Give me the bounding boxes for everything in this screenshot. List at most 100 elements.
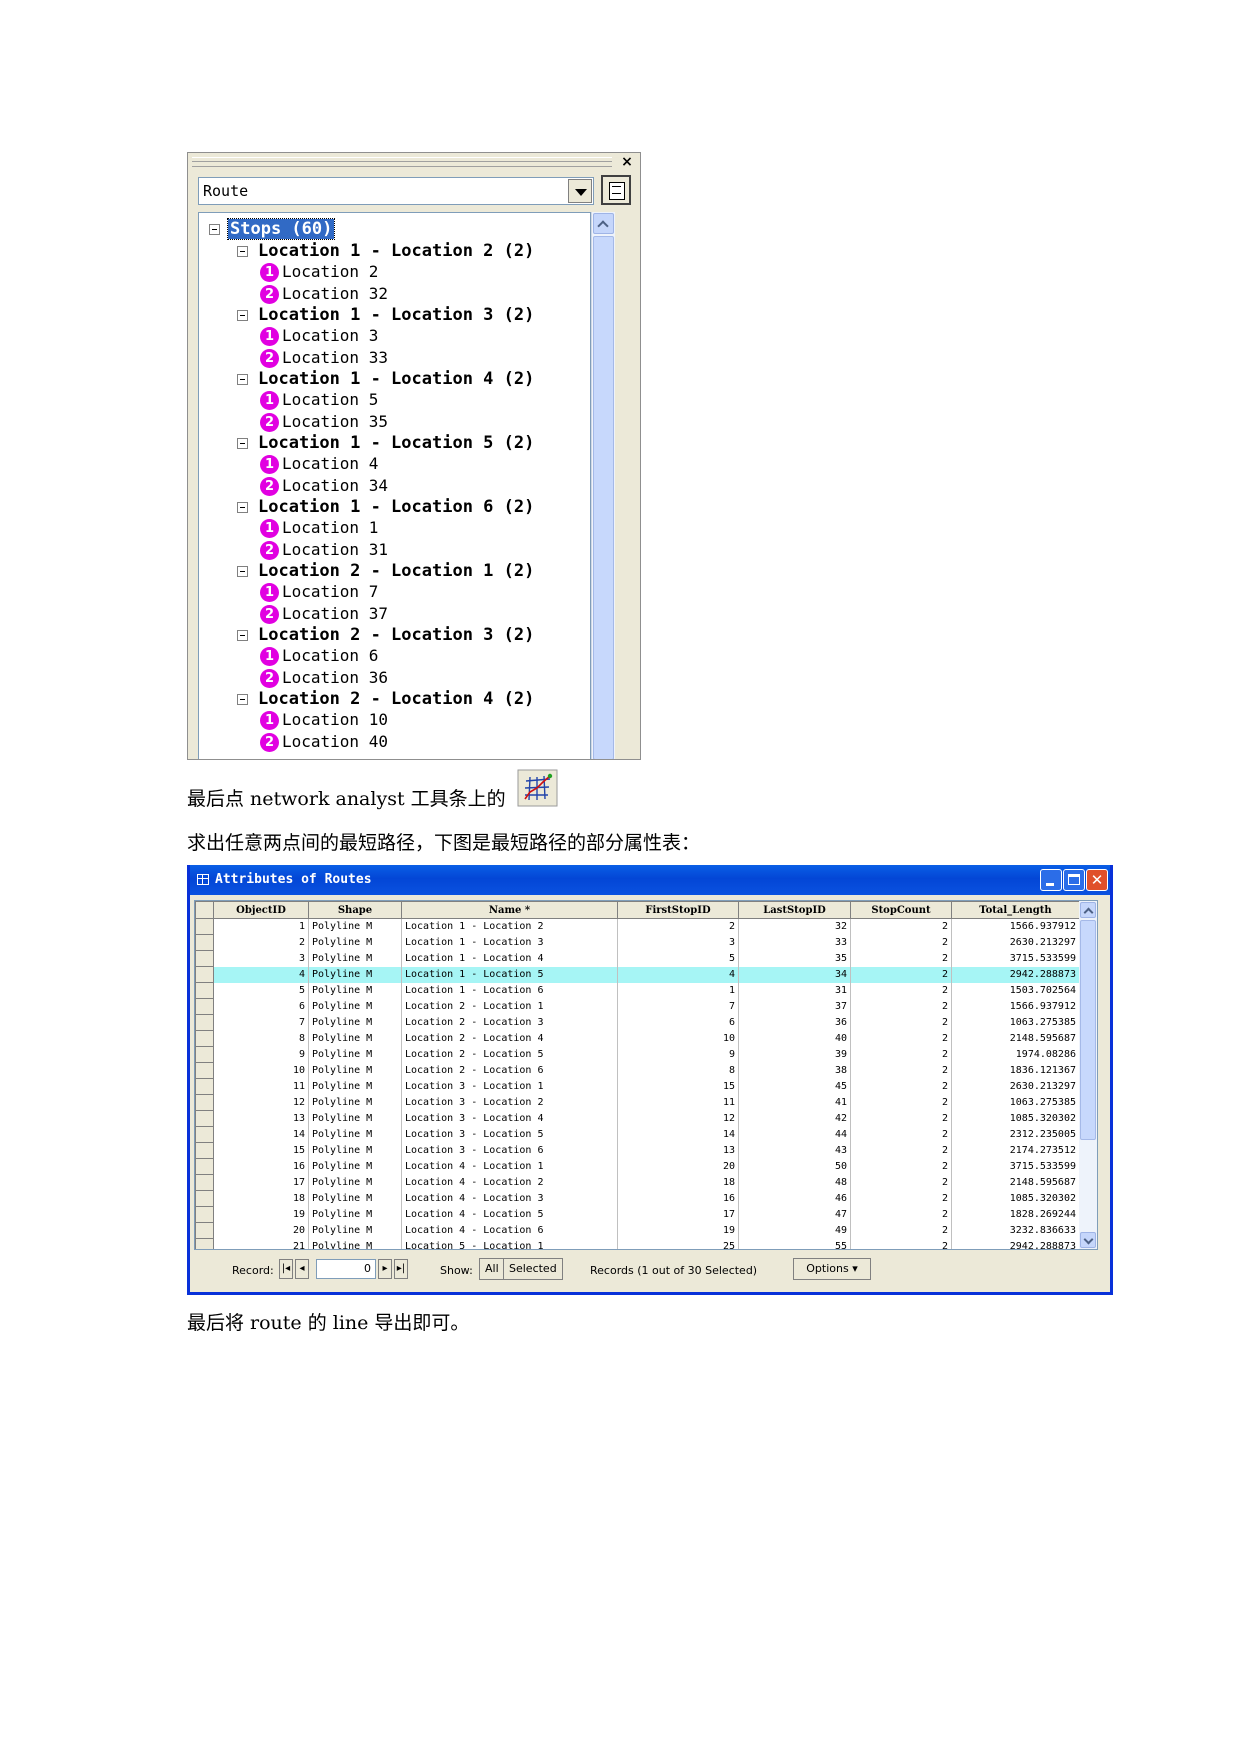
collapse-icon[interactable] bbox=[237, 566, 248, 577]
show-all-button[interactable]: All bbox=[479, 1258, 505, 1280]
column-header[interactable]: ObjectID bbox=[213, 901, 309, 919]
tree-stop-item[interactable]: 1 Location 6 bbox=[260, 646, 420, 666]
column-header[interactable]: Name * bbox=[401, 901, 618, 919]
row-selector[interactable] bbox=[195, 982, 214, 999]
tree-stop-item[interactable]: 2 Location 33 bbox=[260, 348, 420, 368]
table-row[interactable]: 7 Polyline M Location 2 - Location 3 6 36 2 10… bbox=[195, 1014, 1080, 1031]
column-header[interactable]: StopCount bbox=[850, 901, 952, 919]
maximize-button[interactable] bbox=[1063, 869, 1085, 891]
tree-stop-item[interactable]: 1 Location 1 bbox=[260, 518, 420, 538]
column-header[interactable]: Total_Length bbox=[951, 901, 1080, 919]
table-row[interactable]: 13 Polyline M Location 3 - Location 4 12 42 2… bbox=[195, 1110, 1080, 1127]
collapse-icon[interactable] bbox=[237, 310, 248, 321]
tree-stop-item[interactable]: 2 Location 34 bbox=[260, 476, 420, 496]
table-row[interactable]: 9 Polyline M Location 2 - Location 5 9 39 2 19… bbox=[195, 1046, 1080, 1063]
row-selector[interactable] bbox=[195, 1062, 214, 1079]
tree-stop-item[interactable]: 1 Location 2 bbox=[260, 262, 420, 282]
table-row[interactable]: 1 Polyline M Location 1 - Location 2 2 32 2 15… bbox=[195, 918, 1080, 935]
minimize-button[interactable] bbox=[1040, 869, 1062, 891]
row-selector[interactable] bbox=[195, 934, 214, 951]
column-header[interactable]: Shape bbox=[308, 901, 402, 919]
collapse-icon[interactable] bbox=[237, 630, 248, 641]
row-selector[interactable] bbox=[195, 1078, 214, 1095]
table-row[interactable]: 10 Polyline M Location 2 - Location 6 8 38 2 1… bbox=[195, 1062, 1080, 1079]
row-selector[interactable] bbox=[195, 1110, 214, 1127]
collapse-icon[interactable] bbox=[237, 438, 248, 449]
tree-stop-item[interactable]: 2 Location 35 bbox=[260, 412, 420, 432]
table-row[interactable]: 17 Polyline M Location 4 - Location 2 18 48 2… bbox=[195, 1174, 1080, 1191]
tree-stop-item[interactable]: 2 Location 36 bbox=[260, 668, 420, 688]
tree-stop-item[interactable]: 2 Location 40 bbox=[260, 732, 420, 752]
row-selector[interactable] bbox=[195, 1030, 214, 1047]
prev-record-button[interactable]: ◂ bbox=[295, 1259, 309, 1279]
table-row[interactable]: 12 Polyline M Location 3 - Location 2 11 41 2… bbox=[195, 1094, 1080, 1111]
row-selector[interactable] bbox=[195, 950, 214, 967]
row-selector[interactable] bbox=[195, 966, 214, 983]
scroll-up-icon[interactable] bbox=[1080, 902, 1096, 918]
scroll-up-icon[interactable] bbox=[593, 213, 614, 234]
row-selector[interactable] bbox=[195, 1094, 214, 1111]
tree-route-group[interactable]: Location 2 - Location 1 (2) bbox=[258, 561, 534, 581]
table-scrollbar[interactable] bbox=[1079, 901, 1097, 1249]
next-record-button[interactable]: ▸ bbox=[378, 1259, 392, 1279]
table-row[interactable]: 6 Polyline M Location 2 - Location 1 7 37 2 15… bbox=[195, 998, 1080, 1015]
record-number-input[interactable]: 0 bbox=[316, 1259, 376, 1279]
scroll-thumb[interactable] bbox=[1080, 920, 1096, 1140]
collapse-icon[interactable] bbox=[237, 502, 248, 513]
row-selector[interactable] bbox=[195, 1046, 214, 1063]
tree-route-group[interactable]: Location 1 - Location 2 (2) bbox=[258, 241, 534, 261]
row-selector[interactable] bbox=[195, 1206, 214, 1223]
window-drag-grip[interactable] bbox=[192, 157, 612, 167]
collapse-icon[interactable] bbox=[237, 246, 248, 257]
column-header[interactable]: FirstStopID bbox=[617, 901, 739, 919]
row-selector[interactable] bbox=[195, 1238, 214, 1249]
scroll-thumb[interactable] bbox=[593, 236, 614, 759]
close-button[interactable]: ✕ bbox=[1086, 869, 1108, 891]
table-row[interactable]: 16 Polyline M Location 4 - Location 1 20 50 2… bbox=[195, 1158, 1080, 1175]
table-row[interactable]: 14 Polyline M Location 3 - Location 5 14 44 2… bbox=[195, 1126, 1080, 1143]
tree-stop-item[interactable]: 2 Location 37 bbox=[260, 604, 420, 624]
table-row[interactable]: 8 Polyline M Location 2 - Location 4 10 40 2 2… bbox=[195, 1030, 1080, 1047]
row-selector[interactable] bbox=[195, 1158, 214, 1175]
properties-button[interactable] bbox=[601, 175, 631, 205]
row-selector[interactable] bbox=[195, 998, 214, 1015]
tree-route-group[interactable]: Location 1 - Location 5 (2) bbox=[258, 433, 534, 453]
collapse-icon[interactable] bbox=[237, 694, 248, 705]
tree-scrollbar[interactable] bbox=[591, 212, 615, 759]
tree-stop-item[interactable]: 1 Location 3 bbox=[260, 326, 420, 346]
layer-combo-box[interactable]: Route bbox=[198, 177, 594, 205]
table-row[interactable]: 11 Polyline M Location 3 - Location 1 15 45 2… bbox=[195, 1078, 1080, 1095]
column-header[interactable]: LastStopID bbox=[738, 901, 851, 919]
row-selector[interactable] bbox=[195, 1190, 214, 1207]
first-record-button[interactable]: |◂ bbox=[279, 1259, 293, 1279]
tree-root-stops[interactable]: Stops (60) bbox=[226, 218, 336, 240]
chevron-down-icon[interactable] bbox=[568, 179, 592, 203]
tree-route-group[interactable]: Location 1 - Location 4 (2) bbox=[258, 369, 534, 389]
tree-route-group[interactable]: Location 1 - Location 6 (2) bbox=[258, 497, 534, 517]
last-record-button[interactable]: ▸| bbox=[394, 1259, 408, 1279]
table-row[interactable]: 2 Polyline M Location 1 - Location 3 3 33 2 26… bbox=[195, 934, 1080, 951]
table-row[interactable]: 18 Polyline M Location 4 - Location 3 16 46 2… bbox=[195, 1190, 1080, 1207]
attributes-titlebar[interactable]: Attributes of Routes ✕ bbox=[190, 865, 1110, 895]
tree-route-group[interactable]: Location 1 - Location 3 (2) bbox=[258, 305, 534, 325]
table-row[interactable]: 4 Polyline M Location 1 - Location 5 4 34 2 29… bbox=[195, 966, 1080, 983]
table-row[interactable]: 21 Polyline M Location 5 - Location 1 25 55 2… bbox=[195, 1238, 1080, 1249]
row-selector[interactable] bbox=[195, 1142, 214, 1159]
row-selector[interactable] bbox=[195, 1014, 214, 1031]
table-row[interactable]: 3 Polyline M Location 1 - Location 4 5 35 2 37… bbox=[195, 950, 1080, 967]
table-row[interactable]: 20 Polyline M Location 4 - Location 6 19 49 2… bbox=[195, 1222, 1080, 1239]
table-row[interactable]: 19 Polyline M Location 4 - Location 5 17 47 2… bbox=[195, 1206, 1080, 1223]
collapse-icon[interactable] bbox=[237, 374, 248, 385]
tree-route-group[interactable]: Location 2 - Location 4 (2) bbox=[258, 689, 534, 709]
show-selected-button[interactable]: Selected bbox=[503, 1258, 563, 1280]
tree-stop-item[interactable]: 2 Location 31 bbox=[260, 540, 420, 560]
options-button[interactable]: Options ▾ bbox=[793, 1258, 871, 1280]
row-selector[interactable] bbox=[195, 1222, 214, 1239]
collapse-icon[interactable] bbox=[209, 224, 220, 235]
table-row[interactable]: 15 Polyline M Location 3 - Location 6 13 43 2… bbox=[195, 1142, 1080, 1159]
tree-stop-item[interactable]: 2 Location 32 bbox=[260, 284, 420, 304]
table-row[interactable]: 5 Polyline M Location 1 - Location 6 1 31 2 15… bbox=[195, 982, 1080, 999]
row-selector-header[interactable] bbox=[195, 901, 214, 919]
tree-stop-item[interactable]: 1 Location 4 bbox=[260, 454, 420, 474]
row-selector[interactable] bbox=[195, 918, 214, 935]
